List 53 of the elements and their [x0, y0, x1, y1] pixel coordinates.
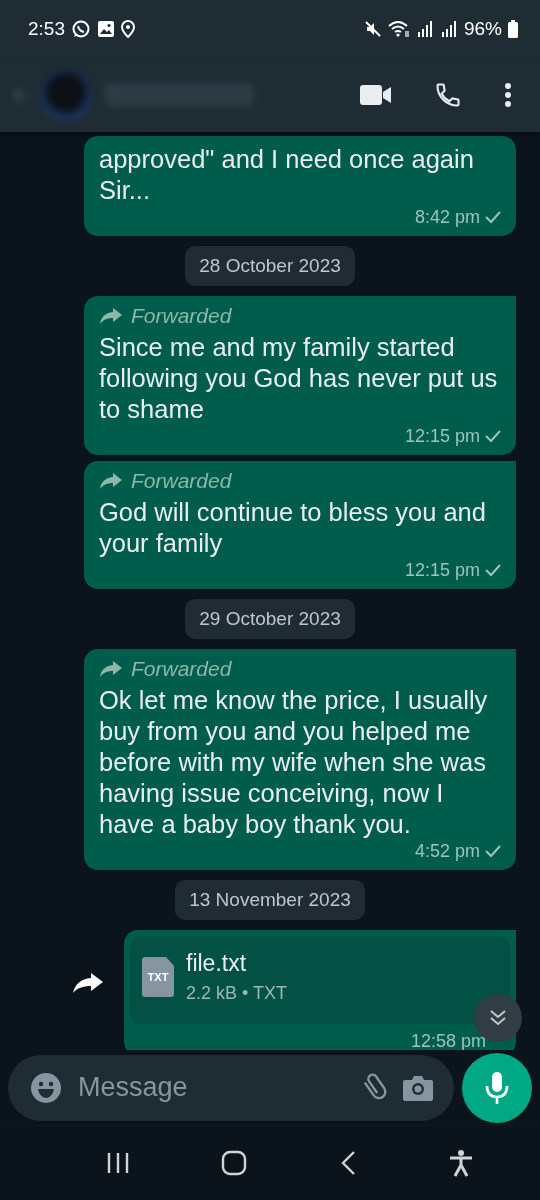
message-bubble[interactable]: approved" and I need once again Sir... 8:42 pm — [84, 136, 516, 236]
sent-tick-icon — [484, 210, 502, 224]
mute-icon — [363, 20, 382, 38]
file-name: file.txt — [186, 950, 248, 977]
message-time: 8:42 pm — [414, 206, 502, 228]
forwarded-label: Forwarded — [131, 304, 232, 328]
battery-icon — [508, 20, 518, 38]
file-message-bubble[interactable]: TXT file.txt 2.2 kB • TXT 12:58 pm — [124, 930, 516, 1050]
message-time: 12:58 pm — [410, 1030, 486, 1050]
share-arrow-icon[interactable] — [72, 971, 104, 995]
message-input[interactable]: Message — [76, 1071, 342, 1104]
forward-icon — [99, 472, 123, 490]
message-bubble[interactable]: Forwarded Ok let me know the price, I usually buy from you and you helped me before with my wife when she was having issue conceiving, now I have a baby boy thank you. 4:52 pm — [84, 649, 516, 870]
file-meta: 2.2 kB • TXT — [186, 983, 287, 1004]
date-chip: 13 November 2023 — [175, 880, 365, 920]
forwarded-label: Forwarded — [131, 469, 232, 493]
message-bubble[interactable]: Forwarded Since me and my family started following you God has never put us to shame 12:15 pm — [84, 296, 516, 455]
camera-icon[interactable] — [402, 1073, 434, 1102]
location-icon — [121, 20, 135, 38]
gallery-icon — [97, 20, 115, 38]
message-text: Ok let me know the price, I usually buy from you and you helped me before with my wife when she was having issue conceiving, now I have a baby boy thank you. — [99, 685, 489, 840]
home-icon[interactable] — [221, 1150, 248, 1176]
forward-icon — [99, 660, 123, 678]
message-text: approved" and I need once again Sir... — [99, 144, 475, 206]
message-text: God will continue to bless you and your family — [99, 497, 487, 559]
phone-icon[interactable] — [434, 81, 462, 109]
battery-percentage: 96% — [463, 18, 502, 40]
message-time: 12:15 pm — [404, 559, 502, 581]
message-time: 12:15 pm — [404, 425, 502, 447]
video-call-icon[interactable] — [360, 84, 392, 106]
status-time: 2:53 — [28, 18, 65, 40]
forward-icon — [99, 307, 123, 325]
emoji-icon[interactable] — [30, 1071, 62, 1104]
forwarded-label: Forwarded — [131, 657, 232, 681]
file-type-icon: TXT — [142, 957, 174, 997]
sent-tick-icon — [484, 844, 502, 858]
more-options-icon[interactable] — [504, 82, 512, 108]
signal-icon — [415, 20, 434, 38]
message-bubble[interactable]: Forwarded God will continue to bless you and your family 12:15 pm — [84, 461, 516, 589]
message-text: Since me and my family started following you God has never put us to shame — [99, 332, 499, 425]
signal-icon — [439, 20, 458, 38]
message-time: 4:52 pm — [414, 840, 502, 862]
recent-apps-icon[interactable] — [105, 1151, 130, 1175]
date-chip: 29 October 2023 — [185, 599, 355, 639]
message-composer-bar[interactable]: Message — [8, 1054, 454, 1121]
sent-tick-icon — [484, 429, 502, 443]
accessibility-icon[interactable] — [448, 1149, 475, 1177]
microphone-icon — [484, 1070, 510, 1105]
file-attachment[interactable]: TXT file.txt 2.2 kB • TXT — [130, 936, 510, 1024]
date-chip: 28 October 2023 — [185, 246, 355, 286]
chat-app-icon — [71, 19, 91, 39]
sent-tick-icon — [484, 563, 502, 577]
wifi-icon — [387, 20, 410, 38]
